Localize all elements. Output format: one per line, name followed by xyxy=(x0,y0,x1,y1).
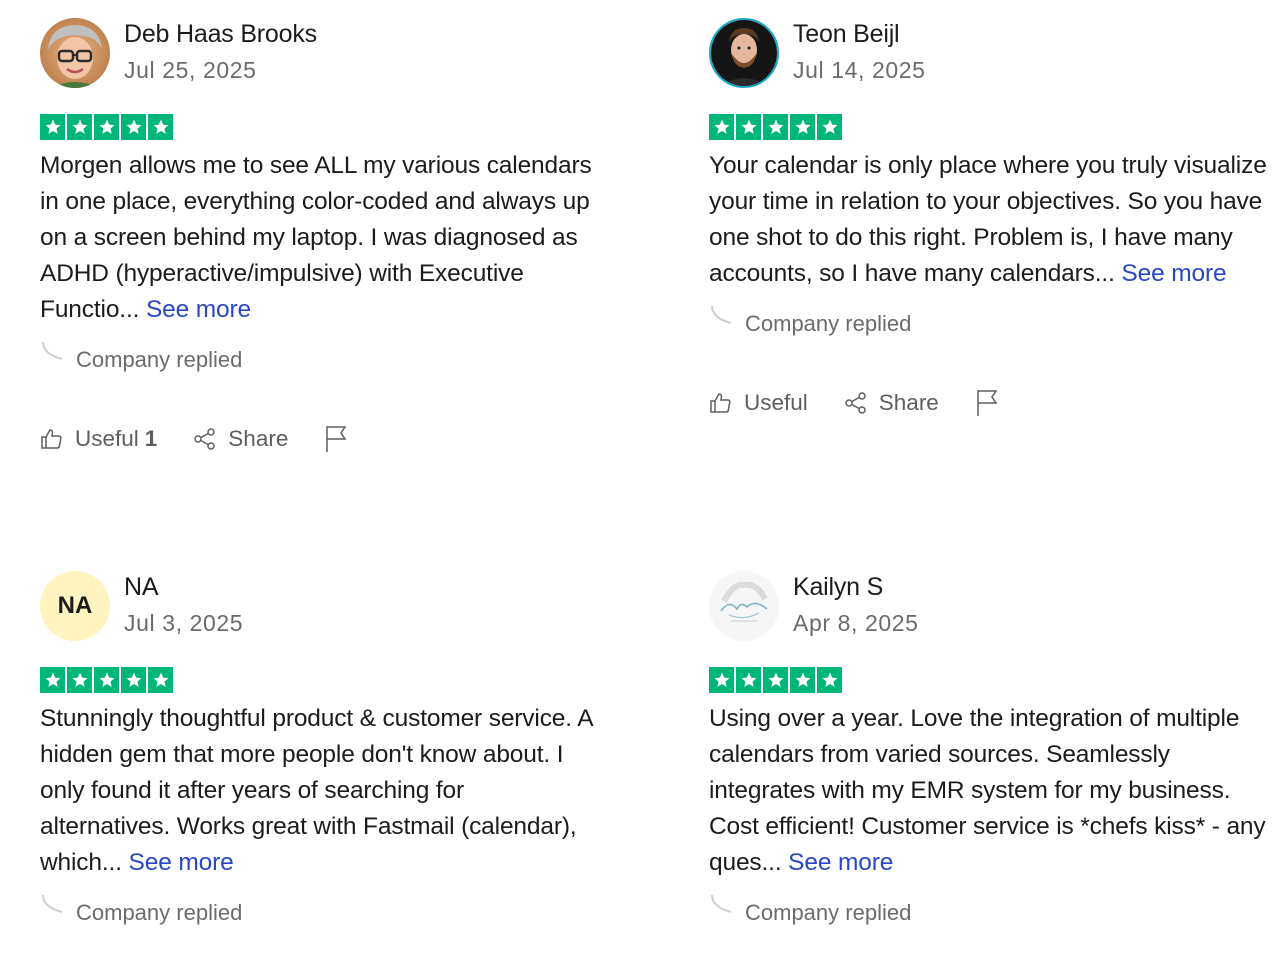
star-icon xyxy=(790,114,815,140)
avatar[interactable] xyxy=(709,18,779,88)
star-rating xyxy=(40,114,600,140)
review-card: Teon Beijl Jul 14, 2025 Your calendar is… xyxy=(709,18,1269,421)
star-icon xyxy=(817,114,842,140)
company-replied-label: Company replied xyxy=(745,311,912,336)
reply-curve-icon xyxy=(42,341,63,360)
review-text-content: Stunningly thoughtful product & customer… xyxy=(40,705,593,876)
company-replied[interactable]: Company replied xyxy=(40,341,600,378)
company-replied[interactable]: Company replied xyxy=(709,894,1269,931)
company-replied-label: Company replied xyxy=(745,900,912,925)
share-icon xyxy=(845,392,866,414)
review-text: Stunningly thoughtful product & customer… xyxy=(40,701,600,881)
thumbs-up-icon xyxy=(41,429,62,449)
avatar[interactable] xyxy=(709,571,779,641)
star-icon xyxy=(709,114,734,140)
flag-icon xyxy=(977,390,998,416)
review-actions: Useful 1 Share xyxy=(40,421,600,457)
review-header: Kailyn S Apr 8, 2025 xyxy=(709,571,1269,643)
reviewer-name[interactable]: Teon Beijl xyxy=(793,18,926,50)
review-text-content: Morgen allows me to see ALL my various c… xyxy=(40,152,592,323)
see-more-link[interactable]: See more xyxy=(129,849,234,876)
useful-button[interactable]: Useful 1 xyxy=(40,426,157,452)
review-card: NA NA Jul 3, 2025 Stunningly thoughtful … xyxy=(40,571,600,931)
star-rating xyxy=(709,667,1269,693)
star-icon xyxy=(763,667,788,693)
flag-button[interactable] xyxy=(324,425,359,453)
review-header: NA NA Jul 3, 2025 xyxy=(40,571,600,643)
star-icon xyxy=(40,114,65,140)
thumbs-up-icon xyxy=(710,393,731,413)
star-icon xyxy=(67,114,92,140)
review-date: Jul 14, 2025 xyxy=(793,57,926,83)
review-header: Teon Beijl Jul 14, 2025 xyxy=(709,18,1269,90)
star-icon xyxy=(736,114,761,140)
star-icon xyxy=(121,114,146,140)
reply-curve-icon xyxy=(711,894,732,913)
share-label: Share xyxy=(878,390,939,415)
star-icon xyxy=(763,114,788,140)
share-button[interactable]: Share xyxy=(193,426,288,452)
share-icon xyxy=(194,428,216,450)
star-icon xyxy=(94,667,119,693)
review-card: Kailyn S Apr 8, 2025 Using over a year. … xyxy=(709,571,1269,931)
flag-button[interactable] xyxy=(975,389,1010,417)
avatar[interactable] xyxy=(40,18,110,88)
star-rating xyxy=(709,114,1269,140)
star-rating xyxy=(40,667,600,693)
review-text: Your calendar is only place where you tr… xyxy=(709,148,1269,292)
review-text: Morgen allows me to see ALL my various c… xyxy=(40,148,600,328)
share-button[interactable]: Share xyxy=(844,390,939,416)
avatar[interactable]: NA xyxy=(40,571,110,641)
review-date: Jul 25, 2025 xyxy=(124,57,257,83)
review-header: Deb Haas Brooks Jul 25, 2025 xyxy=(40,18,600,90)
star-icon xyxy=(148,114,173,140)
company-replied[interactable]: Company replied xyxy=(40,894,600,931)
star-icon xyxy=(67,667,92,693)
reviewer-name[interactable]: Deb Haas Brooks xyxy=(124,18,317,50)
flag-icon xyxy=(326,426,347,452)
review-actions: Useful Share xyxy=(709,385,1269,421)
review-date: Jul 3, 2025 xyxy=(124,610,244,636)
star-icon xyxy=(709,667,734,693)
star-icon xyxy=(736,667,761,693)
star-icon xyxy=(94,114,119,140)
see-more-link[interactable]: See more xyxy=(146,296,251,323)
star-icon xyxy=(817,667,842,693)
see-more-link[interactable]: See more xyxy=(788,849,893,876)
star-icon xyxy=(148,667,173,693)
reply-curve-icon xyxy=(711,305,732,324)
star-icon xyxy=(790,667,815,693)
review-date: Apr 8, 2025 xyxy=(793,610,919,636)
company-replied-label: Company replied xyxy=(76,347,243,372)
useful-label: Useful xyxy=(744,390,808,415)
reviewer-name[interactable]: NA xyxy=(124,571,243,603)
useful-label: Useful xyxy=(75,426,139,451)
company-replied[interactable]: Company replied xyxy=(709,305,1269,342)
share-label: Share xyxy=(228,426,289,451)
useful-count: 1 xyxy=(144,426,158,451)
see-more-link[interactable]: See more xyxy=(1121,260,1226,287)
star-icon xyxy=(40,667,65,693)
star-icon xyxy=(121,667,146,693)
reply-curve-icon xyxy=(42,894,63,913)
review-text: Using over a year. Love the integration … xyxy=(709,701,1269,881)
review-card: Deb Haas Brooks Jul 25, 2025 Morgen allo… xyxy=(40,18,600,457)
useful-button[interactable]: Useful xyxy=(709,390,808,416)
company-replied-label: Company replied xyxy=(76,900,243,925)
reviewer-name[interactable]: Kailyn S xyxy=(793,571,919,603)
